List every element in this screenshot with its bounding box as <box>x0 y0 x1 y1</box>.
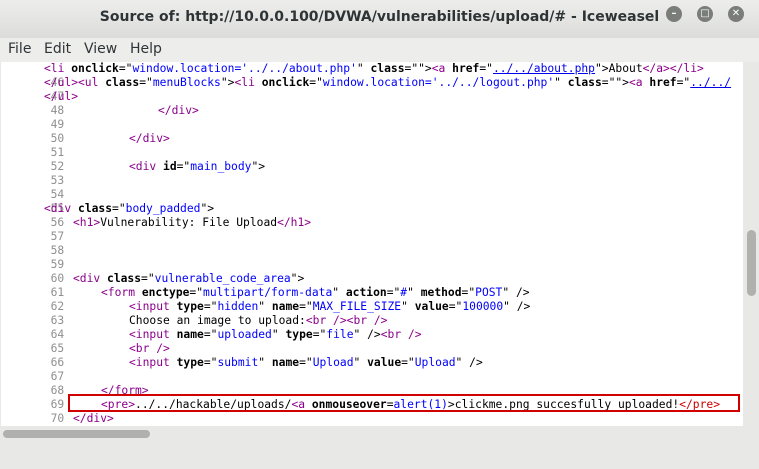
line-code: <input type="submit" name="Upload" value… <box>129 356 483 369</box>
source-line: 63 <input type="hidden" name="MAX_FILE_S… <box>1 300 531 327</box>
maximize-button[interactable]: □ <box>697 6 713 22</box>
menu-edit[interactable]: Edit <box>44 41 71 57</box>
source-line: 69 </form> <box>1 384 149 411</box>
menu-help[interactable]: Help <box>130 41 162 57</box>
line-code: <form enctype="multipart/form-data" acti… <box>101 286 530 299</box>
source-line: 54 <box>1 174 65 201</box>
source-line: 58 <box>1 230 65 257</box>
line-code: </ul> <box>44 90 79 103</box>
logout-link[interactable]: ../../ <box>690 76 731 89</box>
about-link[interactable]: ../../about.php <box>493 62 595 75</box>
source-line: 50 <box>1 118 65 145</box>
source-line: 48 </ul> <box>1 90 78 117</box>
source-viewer[interactable]: 46 <li onclick="window.location='../../a… <box>1 62 743 426</box>
source-line: 47 </ul><ul class="menuBlocks"><li oncli… <box>1 76 731 103</box>
source-line: 52 <box>1 146 65 173</box>
source-line: 68 <box>1 370 65 397</box>
line-code: <div class="body_padded"> <box>44 202 215 215</box>
source-line: 65 <input name="uploaded" type="file" />… <box>1 328 422 355</box>
line-code: <input type="hidden" name="MAX_FILE_SIZE… <box>129 300 531 313</box>
source-line: 67 <input type="submit" name="Upload" va… <box>1 356 483 383</box>
title-bar[interactable]: Source of: http://10.0.0.100/DVWA/vulner… <box>0 0 759 39</box>
source-line: 64 Choose an image to upload:<br /><br /… <box>1 314 388 341</box>
source-line: 70 <pre>../../hackable/uploads/<a onmous… <box>1 398 720 425</box>
source-line: 71 </div> <box>1 412 114 426</box>
source-line: 56 <div class="body_padded"> <box>1 202 214 229</box>
window-bottom <box>0 440 759 469</box>
line-code: <div id="main_body"> <box>129 160 266 173</box>
line-code: </div> <box>129 132 170 145</box>
line-code: <br /> <box>129 342 170 355</box>
source-line: 60 <box>1 258 65 285</box>
horizontal-scroll-thumb[interactable] <box>3 430 150 438</box>
vertical-scroll-thumb[interactable] <box>747 230 756 296</box>
highlight-box <box>68 394 740 412</box>
menu-view[interactable]: View <box>84 41 117 57</box>
line-code: <h1>Vulnerability: File Upload</h1> <box>73 216 312 229</box>
source-line: 62 <form enctype="multipart/form-data" a… <box>1 286 530 313</box>
source-line: 53 <div id="main_body"> <box>1 160 265 187</box>
menu-bar: File Edit View Help <box>0 38 759 62</box>
line-code: </div> <box>73 412 114 425</box>
line-code: Choose an image to upload:<br /><br /> <box>129 314 388 327</box>
source-line: 61 <div class="vulnerable_code_area"> <box>1 272 305 299</box>
line-code: </div> <box>158 104 199 117</box>
line-code: <input name="uploaded" type="file" /><br… <box>129 328 422 341</box>
minimize-button[interactable]: – <box>666 6 682 22</box>
source-line: 66 <br /> <box>1 342 170 369</box>
line-code: <div class="vulnerable_code_area"> <box>73 272 305 285</box>
line-code: <li onclick="window.location='../../abou… <box>44 62 704 75</box>
source-line: 46 <li onclick="window.location='../../a… <box>1 62 704 89</box>
source-line: 57 <h1>Vulnerability: File Upload</h1> <box>1 216 311 243</box>
line-code: </ul><ul class="menuBlocks"><li onclick=… <box>44 76 732 89</box>
window-title: Source of: http://10.0.0.100/DVWA/vulner… <box>99 9 660 25</box>
menu-file[interactable]: File <box>8 41 31 57</box>
close-button[interactable]: ✕ <box>728 6 744 22</box>
source-line: 49 </div> <box>1 104 199 131</box>
source-line: 59 <box>1 244 65 271</box>
source-line: 55 <box>1 188 65 215</box>
source-line: 51 </div> <box>1 132 170 159</box>
